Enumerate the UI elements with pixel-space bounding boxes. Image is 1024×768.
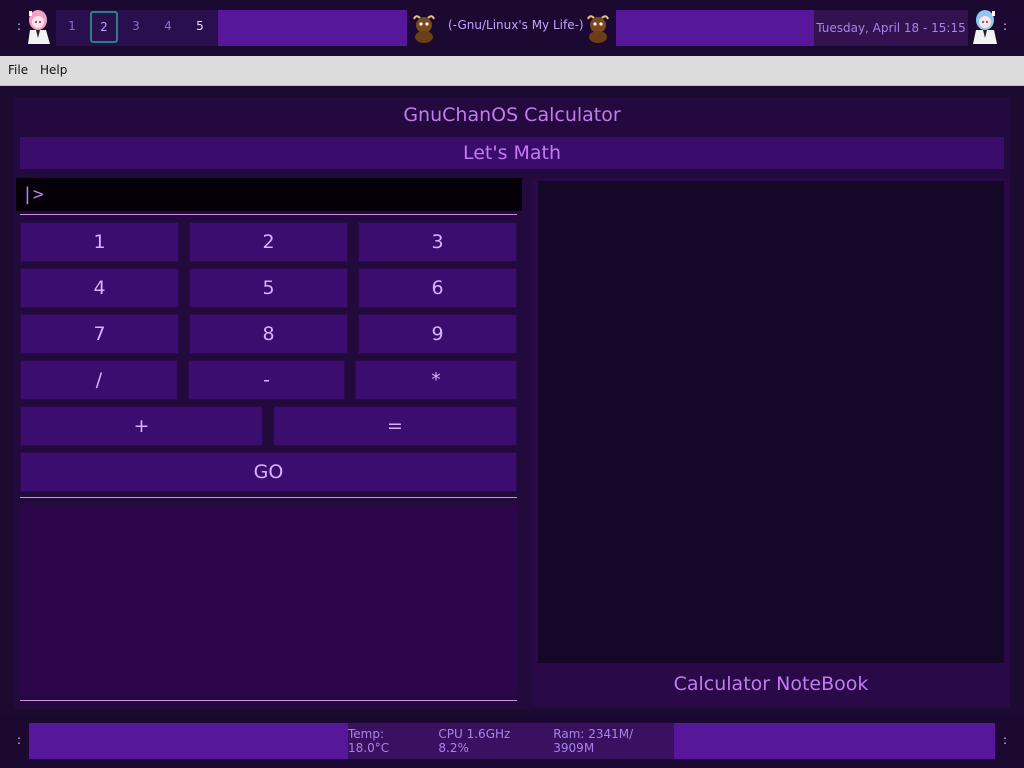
workspace-3[interactable]: 3 (122, 10, 150, 42)
avatar-left-icon (28, 10, 50, 44)
key-4-button[interactable]: 4 (20, 268, 179, 308)
workspace-5[interactable]: 5 (186, 10, 214, 42)
calculator-frame: GnuChanOS Calculator Let's Math |> 1 2 3… (14, 97, 1010, 709)
equals-button[interactable]: = (273, 406, 517, 446)
clock-date[interactable]: Tuesday, April 18 - 15:15 (814, 10, 968, 46)
panel-fill-left (218, 10, 407, 46)
gnu-mascot-icon (587, 15, 609, 43)
divider (20, 214, 517, 215)
multiply-button[interactable]: * (355, 360, 517, 400)
go-button[interactable]: GO (20, 452, 517, 492)
notebook-label: Calculator NoteBook (673, 673, 869, 695)
key-9-button[interactable]: 9 (358, 314, 517, 354)
menubar: File Help (0, 56, 1024, 86)
gnu-mascot-icon (413, 15, 435, 43)
main-window: GnuChanOS Calculator Let's Math |> 1 2 3… (0, 87, 1024, 715)
avatar-right-icon (973, 10, 997, 44)
panel-left-dots: : (17, 19, 22, 33)
notebook-panel: Calculator NoteBook (532, 178, 1010, 706)
top-panel: : 1 2 3 4 5 (-Gnu/Linux's My Life-) Tues… (0, 0, 1024, 56)
app-subtitle: Let's Math (20, 137, 1004, 169)
panel-fill-right (674, 723, 995, 759)
divider (20, 497, 517, 498)
workspace-1[interactable]: 1 (58, 10, 86, 42)
key-8-button[interactable]: 8 (189, 314, 348, 354)
panel-right-dots: : (1003, 733, 1008, 747)
app-title: GnuChanOS Calculator (14, 97, 1010, 133)
key-1-button[interactable]: 1 (20, 222, 179, 262)
panel-fill-left (29, 723, 348, 759)
menu-file[interactable]: File (8, 63, 28, 77)
window-title: (-Gnu/Linux's My Life-) (448, 18, 584, 32)
result-output[interactable] (20, 505, 517, 695)
subtract-button[interactable]: - (188, 360, 345, 400)
workspace-4[interactable]: 4 (154, 10, 182, 42)
key-7-button[interactable]: 7 (20, 314, 179, 354)
panel-right-dots: : (1003, 19, 1008, 33)
bottom-panel: : Temp: 18.0°C CPU 1.6GHz 8.2% Ram: 2341… (0, 715, 1024, 768)
ram-readout: Ram: 2341M/ 3909M (553, 727, 634, 755)
key-3-button[interactable]: 3 (358, 222, 517, 262)
key-6-button[interactable]: 6 (358, 268, 517, 308)
notebook-textarea[interactable] (538, 181, 1004, 663)
panel-left-dots: : (17, 733, 22, 747)
menu-help[interactable]: Help (40, 63, 67, 77)
system-stats: Temp: 18.0°C CPU 1.6GHz 8.2% Ram: 2341M/… (348, 723, 674, 759)
key-2-button[interactable]: 2 (189, 222, 348, 262)
cpu-readout: CPU 1.6GHz 8.2% (438, 727, 511, 755)
workspace-2[interactable]: 2 (90, 11, 118, 43)
expression-input[interactable]: |> (16, 178, 522, 211)
panel-fill-right (616, 10, 814, 46)
temp-readout: Temp: 18.0°C (348, 727, 390, 755)
key-5-button[interactable]: 5 (189, 268, 348, 308)
add-button[interactable]: + (20, 406, 263, 446)
divide-button[interactable]: / (20, 360, 178, 400)
divider (20, 700, 517, 701)
